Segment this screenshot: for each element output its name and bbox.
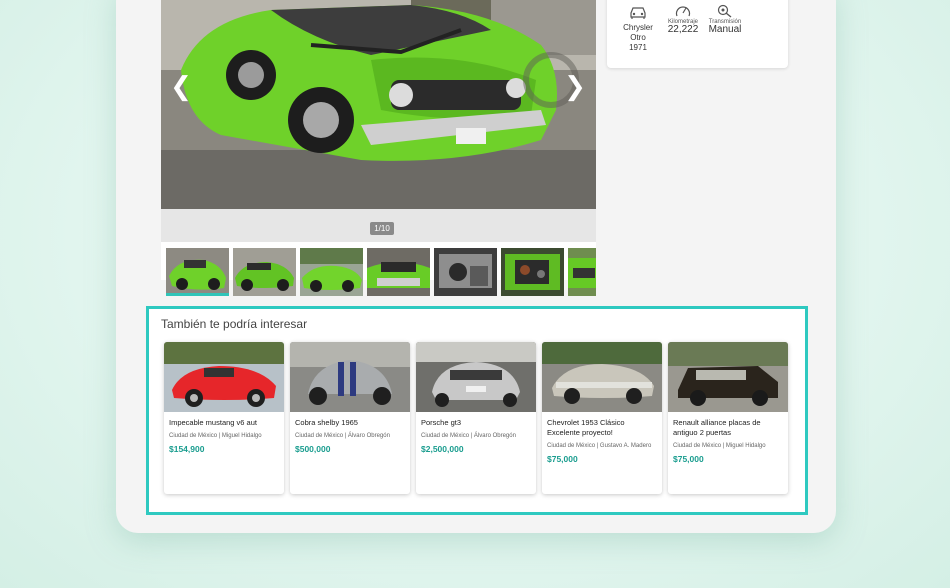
spec-mileage: Kilometraje 22,222 bbox=[663, 4, 703, 35]
transmission-value: Manual bbox=[708, 24, 742, 35]
recommendations-section: También te podría interesar Impecable mu… bbox=[146, 306, 808, 515]
spec-car: Chrysler Otro 1971 bbox=[619, 6, 657, 53]
listing-location: Ciudad de México | Miguel Hidalgo bbox=[673, 443, 766, 449]
speedometer-icon bbox=[675, 6, 691, 17]
chevron-right-icon: ❯ bbox=[564, 72, 586, 102]
listing-image bbox=[542, 342, 662, 412]
thumbnail[interactable] bbox=[300, 248, 363, 296]
listing-card[interactable]: Impecable mustang v6 aut Ciudad de Méxic… bbox=[164, 342, 284, 494]
spec-transmission: Transmisión Manual bbox=[705, 4, 745, 35]
gallery-prev-button[interactable]: ❮ bbox=[169, 72, 193, 102]
mileage-value: 22,222 bbox=[667, 24, 699, 35]
thumbnail[interactable] bbox=[501, 248, 564, 296]
spec-model: Otro bbox=[630, 33, 646, 42]
listing-title: Chevrolet 1953 Clásico Excelente proyect… bbox=[547, 418, 625, 437]
listing-image bbox=[668, 342, 788, 412]
listing-price: $500,000 bbox=[295, 444, 331, 454]
listing-card[interactable]: Porsche gt3 Ciudad de México | Álvaro Ob… bbox=[416, 342, 536, 494]
thumbnail[interactable] bbox=[233, 248, 296, 296]
thumbnail[interactable] bbox=[367, 248, 430, 296]
listing-card[interactable]: Renault alliance placas de antiguo 2 pue… bbox=[668, 342, 788, 494]
main-photo[interactable] bbox=[161, 0, 596, 209]
listing-price: $75,000 bbox=[673, 454, 704, 464]
thumbnail[interactable] bbox=[434, 248, 497, 296]
car-icon bbox=[630, 7, 646, 19]
listing-title: Renault alliance placas de antiguo 2 pue… bbox=[673, 418, 761, 437]
listing-image bbox=[290, 342, 410, 412]
listing-price: $2,500,000 bbox=[421, 444, 464, 454]
listing-location: Ciudad de México | Gustavo A. Madero bbox=[547, 443, 652, 449]
listing-title: Cobra shelby 1965 bbox=[295, 418, 358, 427]
green-car-photo bbox=[161, 0, 596, 209]
thumbnail[interactable] bbox=[166, 248, 229, 296]
listing-image bbox=[416, 342, 536, 412]
photo-counter: 1/10 bbox=[370, 222, 394, 235]
recommendations-title: También te podría interesar bbox=[161, 317, 308, 331]
listing-card[interactable]: Cobra shelby 1965 Ciudad de México | Álv… bbox=[290, 342, 410, 494]
listing-price: $154,900 bbox=[169, 444, 205, 454]
listing-image bbox=[164, 342, 284, 412]
listing-location: Ciudad de México | Álvaro Obregón bbox=[421, 433, 516, 439]
thumbnail[interactable] bbox=[568, 248, 596, 296]
spec-make: Chrysler bbox=[623, 23, 653, 32]
listing-price: $75,000 bbox=[547, 454, 578, 464]
photo-gallery: ❮ ❯ 1/10 bbox=[161, 0, 596, 296]
specs-card: Chrysler Otro 1971 Kilometraje 22,222 Tr… bbox=[607, 0, 788, 68]
listing-card[interactable]: Chevrolet 1953 Clásico Excelente proyect… bbox=[542, 342, 662, 494]
listing-title: Impecable mustang v6 aut bbox=[169, 418, 257, 427]
chevron-left-icon: ❮ bbox=[170, 72, 192, 102]
listing-location: Ciudad de México | Álvaro Obregón bbox=[295, 433, 390, 439]
spec-year: 1971 bbox=[629, 43, 647, 52]
gearshift-icon bbox=[717, 4, 732, 18]
thumbnail-strip bbox=[166, 248, 596, 298]
listing-location: Ciudad de México | Miguel Hidalgo bbox=[169, 433, 262, 439]
gallery-next-button[interactable]: ❯ bbox=[563, 72, 587, 102]
listing-title: Porsche gt3 bbox=[421, 418, 462, 427]
